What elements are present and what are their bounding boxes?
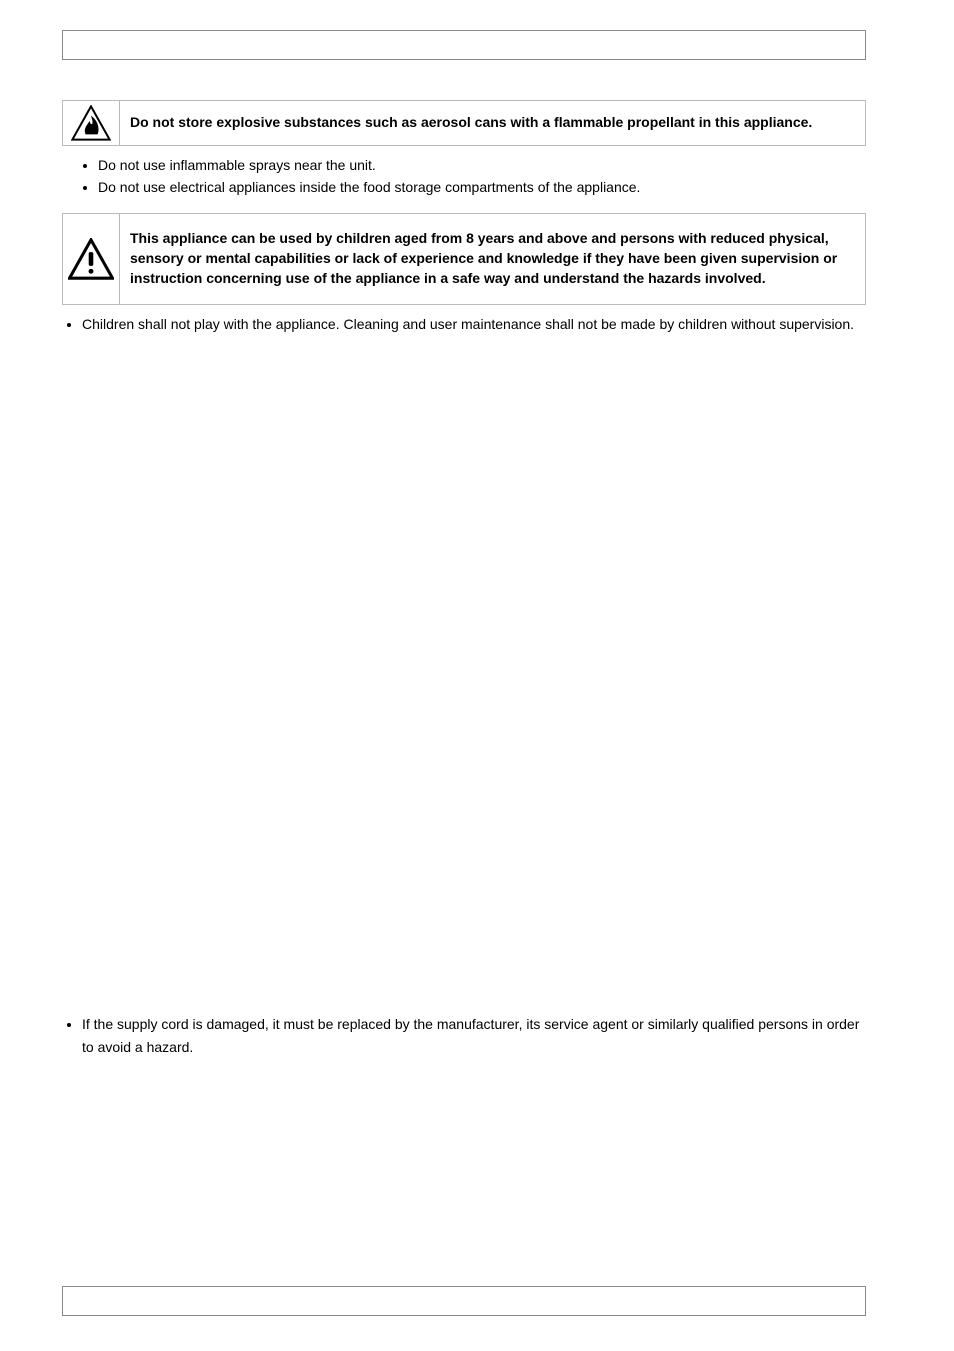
callout-text: Do not store explosive substances such a… [120,101,865,145]
bullet-list-2: Children shall not play with the applian… [82,313,866,335]
list-item: Children shall not play with the applian… [82,313,866,335]
bullet-list-1: Do not use inflammable sprays near the u… [98,154,866,199]
list-item: If the supply cord is damaged, it must b… [82,1013,866,1058]
spacer [62,349,866,1009]
callout-children: This appliance can be used by children a… [62,213,866,305]
footer-rule [62,1286,866,1316]
list-item: Do not use inflammable sprays near the u… [98,154,866,176]
callout-flammable: Do not store explosive substances such a… [62,100,866,146]
page: Do not store explosive substances such a… [0,0,954,1351]
list-item: Do not use electrical appliances inside … [98,176,866,198]
bullet-list-3: If the supply cord is damaged, it must b… [82,1013,866,1058]
callout-icon-cell [63,214,120,304]
content-area: Do not store explosive substances such a… [62,100,866,1072]
warning-icon [68,238,114,280]
callout-icon-cell [63,101,120,145]
fire-warning-icon [71,105,111,141]
header-rule [62,30,866,60]
callout-text: This appliance can be used by children a… [120,214,865,304]
